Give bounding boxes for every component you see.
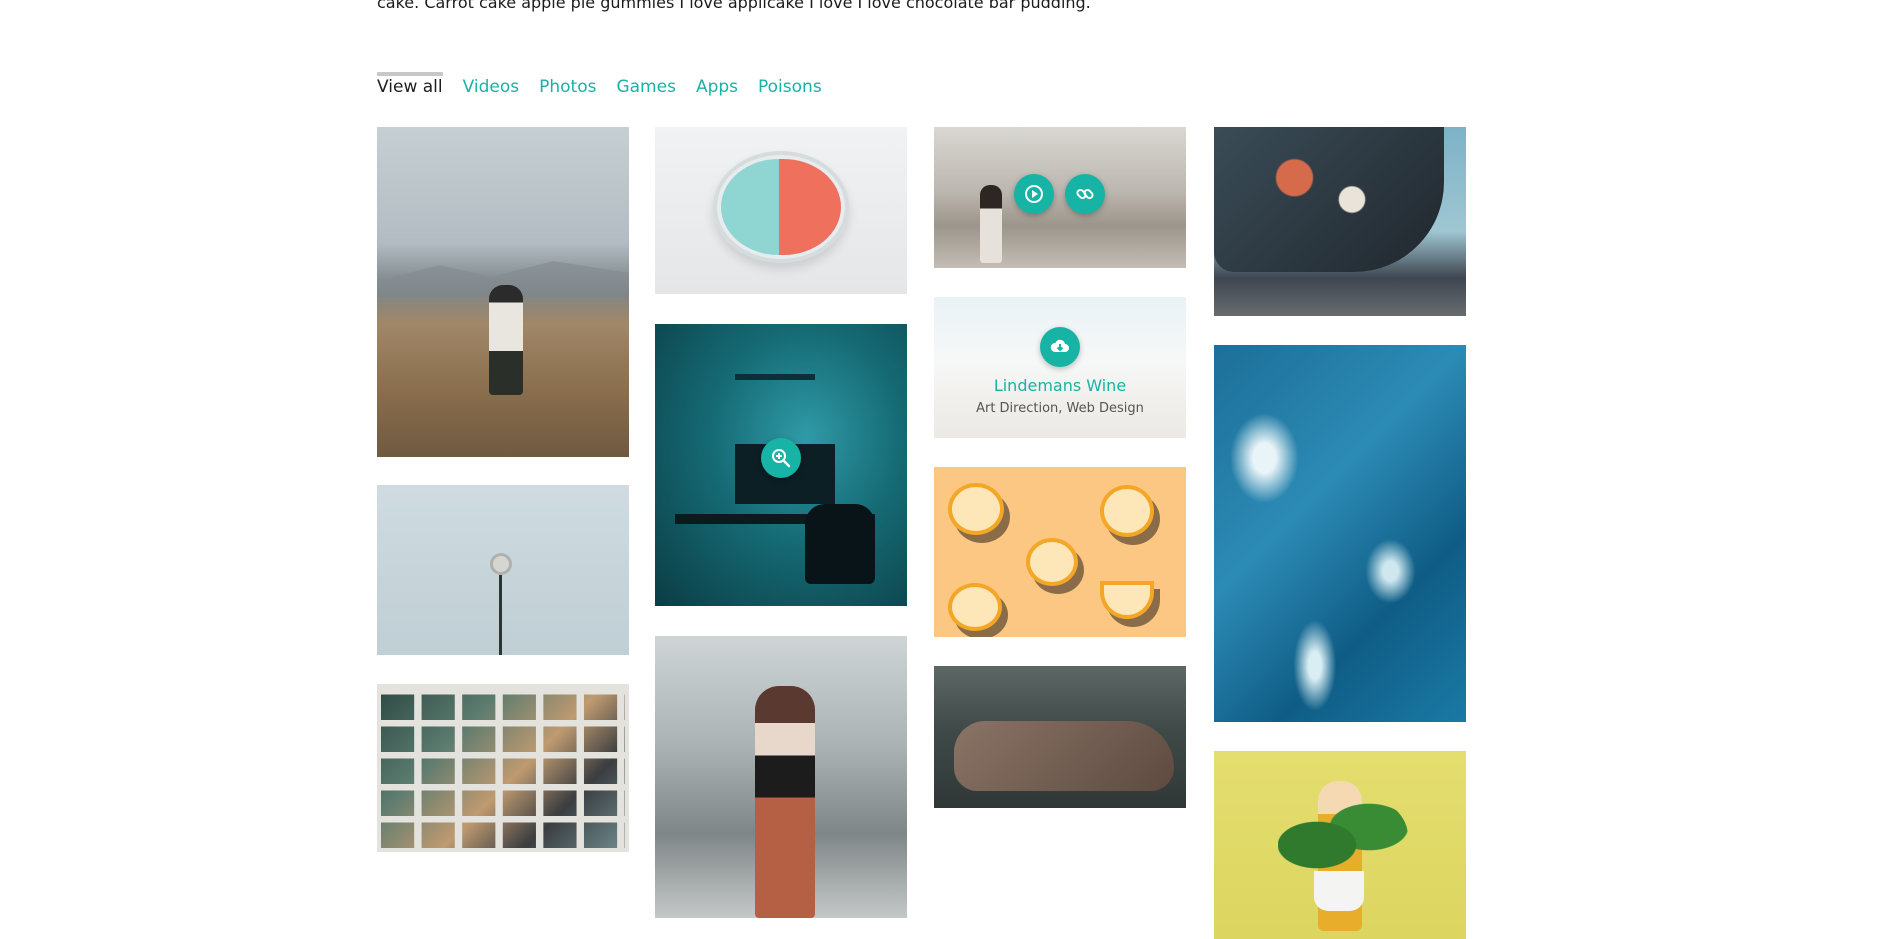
plant-leaves [1278, 791, 1408, 881]
filter-poisons[interactable]: Poisons [758, 72, 822, 102]
item-categories: Art Direction, Web Design [976, 401, 1144, 416]
portfolio-item-ocean-waves[interactable] [1214, 345, 1466, 722]
play-icon [1025, 185, 1043, 203]
portfolio-item-woman-in-field[interactable] [377, 127, 629, 457]
item-title[interactable]: Lindemans Wine [934, 376, 1186, 395]
zoom-in-icon [772, 449, 791, 468]
woman-figure [980, 185, 1002, 263]
portfolio-item-lindemans-wine[interactable]: Lindemans Wine Art Direction, Web Design [934, 297, 1186, 438]
hand [954, 721, 1174, 791]
portfolio-item-woman-fashion[interactable] [655, 636, 907, 918]
zoom-button[interactable] [761, 438, 801, 478]
item-hover-overlay [934, 297, 1186, 438]
filter-photos[interactable]: Photos [539, 72, 596, 102]
play-button[interactable] [1014, 174, 1054, 214]
elephant-mural [1214, 127, 1444, 272]
portfolio-item-rose[interactable] [377, 485, 629, 655]
portfolio-item-polaroid-wall[interactable] [377, 684, 629, 852]
orange-slice [952, 587, 998, 627]
filter-apps[interactable]: Apps [696, 72, 738, 102]
portfolio-item-boy-with-plant[interactable] [1214, 751, 1466, 939]
intro-text: cake. Carrot cake apple pie gummies I lo… [377, 0, 1091, 12]
orange-slice [1030, 542, 1074, 582]
portfolio-filter-tabs: View all Videos Photos Games Apps Poison… [377, 72, 822, 102]
desk-chair [805, 504, 875, 584]
cloud-download-icon [1050, 339, 1069, 352]
woman-figure [755, 686, 815, 918]
link-button[interactable] [1065, 174, 1105, 214]
portfolio-item-petri-dish[interactable] [655, 127, 907, 294]
portfolio-item-elephant-mural[interactable] [1214, 127, 1466, 316]
orange-slice [1104, 489, 1150, 533]
rose-flower [490, 553, 512, 575]
filter-videos[interactable]: Videos [463, 72, 520, 102]
orange-slice [1104, 585, 1150, 615]
portfolio-item-oranges[interactable] [934, 467, 1186, 637]
portfolio-item-woman-rocks[interactable] [934, 127, 1186, 268]
portfolio-item-hand[interactable] [934, 666, 1186, 808]
filter-view-all[interactable]: View all [377, 72, 443, 102]
filter-games[interactable]: Games [616, 72, 675, 102]
woman-figure [489, 285, 523, 395]
desk-shelf [735, 374, 815, 380]
orange-slice [952, 487, 1000, 531]
link-icon [1076, 188, 1094, 200]
polaroid-grid [381, 688, 625, 848]
portfolio-item-desk-setup[interactable] [655, 324, 907, 606]
rose-stem [499, 565, 502, 655]
download-button[interactable] [1040, 327, 1080, 367]
